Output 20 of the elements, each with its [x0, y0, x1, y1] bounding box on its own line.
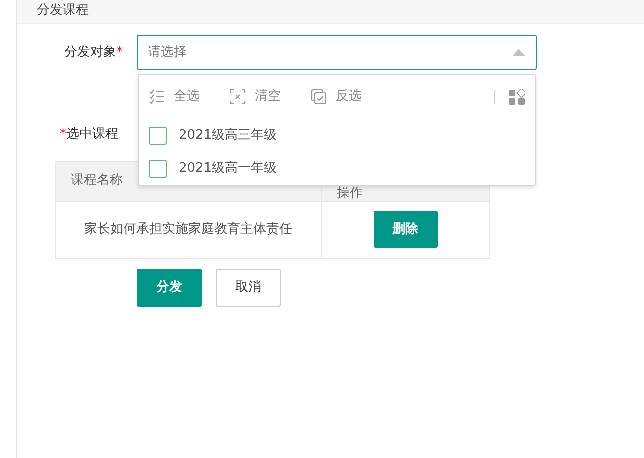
- cancel-button[interactable]: 取消: [216, 268, 281, 306]
- select-field[interactable]: 请选择: [137, 35, 537, 70]
- field-label: 选中课程: [66, 127, 118, 142]
- required-mark: *: [116, 44, 123, 60]
- toolbar-button[interactable]: 清空: [230, 87, 281, 107]
- clear-icon: [230, 89, 246, 105]
- distribute-button[interactable]: 分发: [137, 268, 202, 306]
- option-item[interactable]: 2021级高三年级: [139, 119, 535, 152]
- checklist-icon: [149, 89, 165, 105]
- table-cell: 家长如何承担实施家庭教育主体责任: [56, 201, 322, 258]
- page-title: 分发课程: [37, 3, 89, 18]
- delete-button[interactable]: 删除: [374, 211, 438, 248]
- field-label: 分发对象: [64, 44, 116, 60]
- checkbox[interactable]: [149, 126, 167, 144]
- toolbar-button[interactable]: 全选: [149, 87, 200, 107]
- checkbox[interactable]: [149, 160, 167, 178]
- grid-icon[interactable]: [509, 89, 525, 105]
- toolbar-button[interactable]: 反选: [311, 87, 362, 107]
- invert-icon: [311, 89, 327, 105]
- required-mark: *: [60, 127, 66, 142]
